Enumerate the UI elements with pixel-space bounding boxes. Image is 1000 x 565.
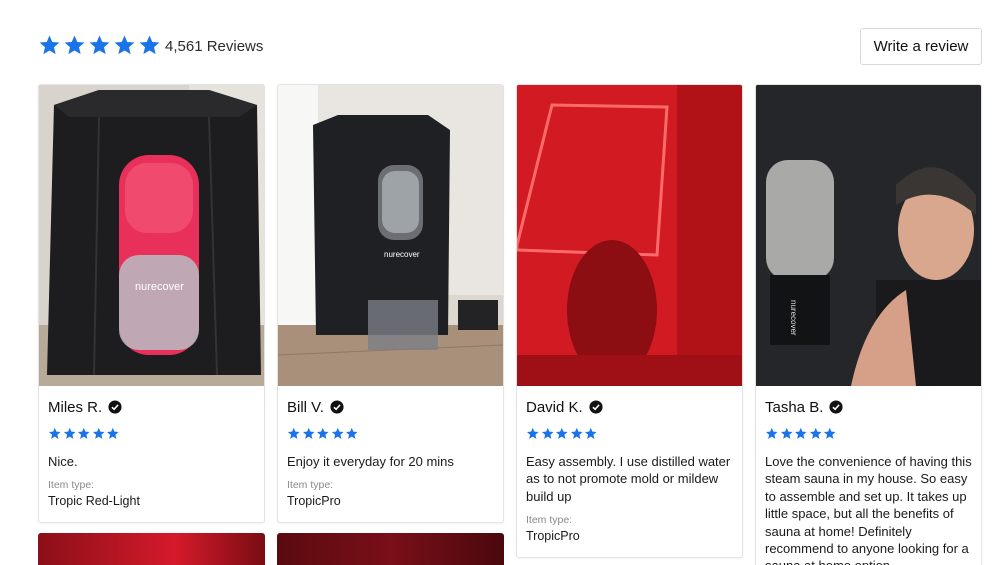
star-icon [526,427,540,441]
star-icon [287,427,301,441]
star-icon [106,427,120,441]
review-card-photo-peek[interactable] [277,533,504,565]
review-card[interactable]: David K. Easy assembly. I use distilled … [516,84,743,559]
review-card[interactable]: nurecover Miles R. Nice. Item type: Trop… [38,84,265,524]
verified-check-icon [829,400,843,414]
star-icon [780,427,794,441]
item-type-value: TropicPro [287,494,341,509]
star-icon [823,427,837,441]
star-icon [113,34,136,57]
star-icon [302,427,316,441]
star-icon [541,427,555,441]
write-review-button[interactable]: Write a review [860,28,982,65]
verified-check-icon [589,400,603,414]
review-card-photo-peek[interactable] [38,533,265,565]
svg-text:nurecover: nurecover [789,300,798,336]
item-type-label: Item type: [526,514,573,527]
star-icon [138,34,161,57]
star-icon [38,34,61,57]
star-icon [92,427,106,441]
sauna-photo-image: nurecover [756,85,981,386]
review-photo[interactable]: nurecover [278,85,503,386]
review-photo[interactable]: nurecover [756,85,981,386]
star-icon [584,427,598,441]
star-icon [765,427,779,441]
review-text: Enjoy it everyday for 20 mins [287,454,454,469]
review-photo[interactable]: nurecover [39,85,264,386]
item-type-label: Item type: [287,479,334,492]
review-card[interactable]: nurecover Bill V. Enjoy it everyday for … [277,84,504,524]
verified-check-icon [108,400,122,414]
item-type-label: Item type: [48,479,95,492]
reviewer-name: Tasha B. [765,398,824,416]
star-icon [48,427,62,441]
item-type-value: Tropic Red-Light [48,494,140,509]
review-text: Love the convenience of having this stea… [765,454,972,565]
star-icon [316,427,330,441]
review-rating-stars [48,427,255,441]
review-text: Easy assembly. I use distilled water as … [526,454,731,504]
svg-text:nurecover: nurecover [135,281,184,293]
verified-check-icon [330,400,344,414]
review-photo[interactable] [517,85,742,386]
review-rating-stars [526,427,733,441]
star-icon [331,427,345,441]
reviews-header: 4,561 Reviews Write a review [38,28,982,66]
sauna-photo-image: nurecover [278,85,503,386]
svg-text:nurecover: nurecover [384,250,420,259]
overall-rating-stars [38,34,161,57]
reviewer-name: Bill V. [287,398,324,416]
review-rating-stars [765,427,972,441]
star-icon [88,34,111,57]
star-icon [794,427,808,441]
review-rating-stars [287,427,494,441]
sauna-photo-image: nurecover [39,85,264,386]
star-icon [77,427,91,441]
star-icon [63,34,86,57]
star-icon [63,427,77,441]
star-icon [809,427,823,441]
review-card[interactable]: nurecover Tasha B. Love the convenience … [755,84,982,565]
review-count: 4,561 Reviews [165,38,264,55]
reviewer-name: David K. [526,398,583,416]
reviewer-name: Miles R. [48,398,103,416]
star-icon [570,427,584,441]
star-icon [555,427,569,441]
sauna-photo-image [517,85,742,386]
star-icon [345,427,359,441]
review-text: Nice. [48,454,78,469]
item-type-value: TropicPro [526,529,580,544]
